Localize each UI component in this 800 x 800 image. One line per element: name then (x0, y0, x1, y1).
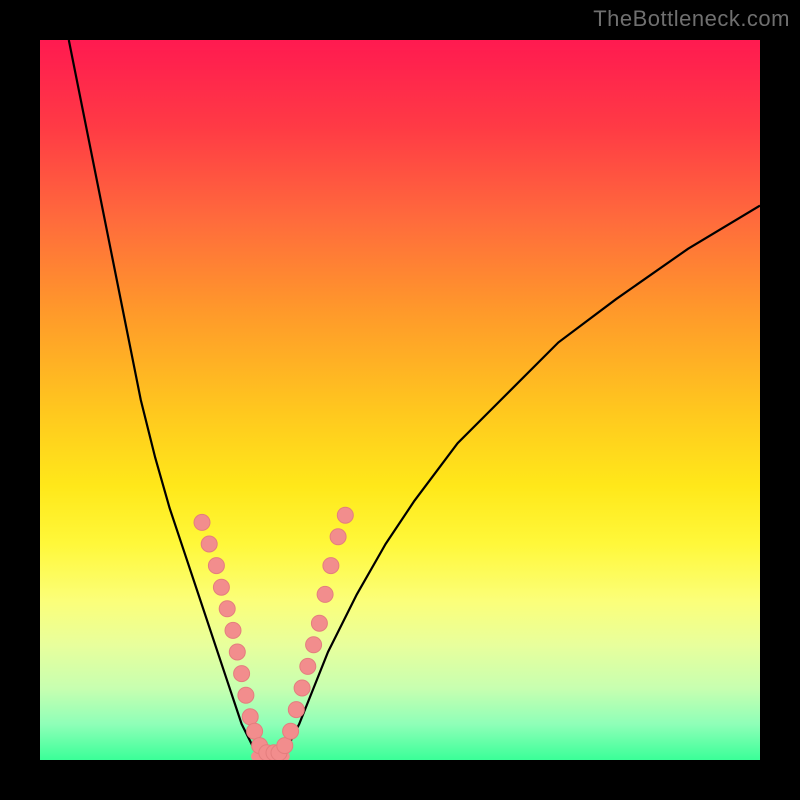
scatter-dot (277, 738, 293, 754)
watermark-text: TheBottleneck.com (593, 6, 790, 32)
scatter-dot (229, 644, 245, 660)
scatter-dot (219, 601, 235, 617)
scatter-dot (306, 637, 322, 653)
scatter-dot (311, 615, 327, 631)
chart-frame: TheBottleneck.com (0, 0, 800, 800)
scatter-dot (247, 723, 263, 739)
chart-svg (40, 40, 760, 760)
scatter-dot (208, 558, 224, 574)
scatter-dot (330, 529, 346, 545)
scatter-dot (323, 558, 339, 574)
scatter-dot (234, 666, 250, 682)
scatter-dot (194, 514, 210, 530)
curve-left-branch (69, 40, 256, 753)
scatter-dot (201, 536, 217, 552)
scatter-dot (225, 622, 241, 638)
curve-right-branch (285, 206, 760, 753)
scatter-dot (238, 687, 254, 703)
scatter-dot (213, 579, 229, 595)
scatter-dot (283, 723, 299, 739)
chart-plot-area (40, 40, 760, 760)
scatter-dot (288, 702, 304, 718)
scatter-right-cluster (277, 507, 354, 753)
scatter-dot (300, 658, 316, 674)
scatter-dot (337, 507, 353, 523)
scatter-dot (242, 709, 258, 725)
scatter-dot (294, 680, 310, 696)
scatter-dot (317, 586, 333, 602)
